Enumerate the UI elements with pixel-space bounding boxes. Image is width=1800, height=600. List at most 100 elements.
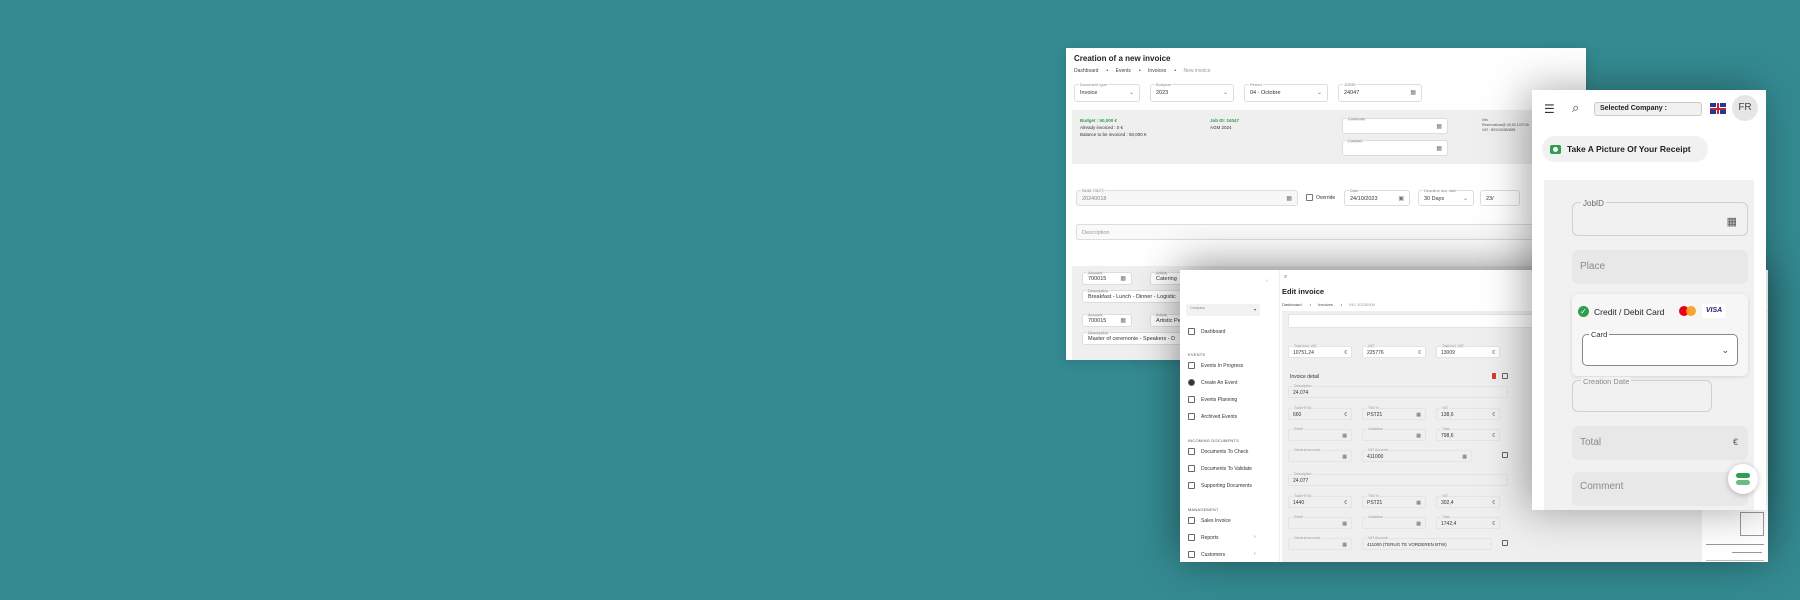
account-field[interactable]: Account 700015 ▦ xyxy=(1082,270,1132,285)
sidebar-item-reports[interactable]: Reports xyxy=(1188,534,1219,541)
tva-rate-field[interactable]: TVA % PST21 ▦ xyxy=(1362,406,1426,420)
calculator-icon[interactable]: ▦ xyxy=(1342,433,1347,439)
calculator-icon[interactable]: ▦ xyxy=(1727,215,1737,228)
field-value: Artistic Pe xyxy=(1156,318,1181,324)
field-value: Catering xyxy=(1156,276,1177,282)
calculator-icon[interactable]: ▦ xyxy=(1410,89,1416,96)
sidebar-item-dashboard[interactable]: Dashboard xyxy=(1188,328,1225,335)
line-total-field[interactable]: Total 798,6 € xyxy=(1436,427,1500,441)
place-field[interactable]: Place xyxy=(1572,250,1748,284)
collapse-icon[interactable]: ‹ xyxy=(1266,278,1268,284)
general-account-field[interactable]: General account ▦ xyxy=(1288,536,1352,550)
jobid-field[interactable]: JOBID 24047 ▦ xyxy=(1338,82,1422,102)
line-description-field[interactable]: Description 24.074 xyxy=(1288,384,1508,398)
line-vat-field[interactable]: VAT 138,6 € xyxy=(1436,406,1500,420)
event-field[interactable]: Event ▦ xyxy=(1288,427,1352,441)
calculator-icon[interactable]: ▦ xyxy=(1416,412,1421,418)
calculator-icon[interactable]: ▦ xyxy=(1342,454,1347,460)
field-label: Total xyxy=(1441,515,1451,519)
date-field[interactable]: Date 24/10/2023 ▣ xyxy=(1344,188,1410,206)
search-icon[interactable]: ⌕ xyxy=(1572,100,1579,116)
total-incl-vat-field[interactable]: Total incl. VAT 13009 € xyxy=(1436,344,1500,358)
calculator-icon[interactable]: ▦ xyxy=(1462,454,1467,460)
field-placeholder: Place xyxy=(1580,261,1606,272)
tva-rate-field[interactable]: TVA % PST21 ▦ xyxy=(1362,494,1426,508)
customer-field[interactable]: Customer ▦ xyxy=(1342,116,1448,134)
delete-icon[interactable] xyxy=(1492,373,1496,379)
select-checkbox[interactable] xyxy=(1502,452,1508,458)
take-picture-button[interactable]: Take A Picture Of Your Receipt xyxy=(1542,136,1708,162)
sidebar-item-label: Events Planning xyxy=(1201,396,1238,403)
document-type-select[interactable]: Document type Invoice ⌄ xyxy=(1074,82,1140,102)
calculator-icon[interactable]: ▦ xyxy=(1120,317,1126,324)
field-value: 24/10/2023 xyxy=(1350,196,1378,202)
budget-year-select[interactable]: Budyear 2023 ⌄ xyxy=(1150,82,1234,102)
calculator-icon[interactable]: ▦ xyxy=(1342,521,1347,527)
total-htva-field[interactable]: Total HTVA 1440 € xyxy=(1288,494,1352,508)
toggle-fab[interactable] xyxy=(1728,464,1758,494)
company-select[interactable]: Company ▾ xyxy=(1186,304,1260,316)
sidebar-item-documents-to-validate[interactable]: Documents To Validate xyxy=(1188,465,1252,472)
total-htva-field[interactable]: Total HTVA 660 € xyxy=(1288,406,1352,420)
sidebar-item-archived-events[interactable]: Archived Events xyxy=(1188,413,1237,420)
line-description-field[interactable]: Description 24.077 xyxy=(1288,472,1508,486)
sidebar-item-customers[interactable]: Customers xyxy=(1188,551,1225,558)
checkbox-box[interactable] xyxy=(1306,194,1313,201)
invoice-number-field[interactable]: NUM. FACT. 20240018 ▦ xyxy=(1076,188,1298,206)
breadcrumb-item[interactable]: Invoices xyxy=(1148,68,1166,74)
vat-field[interactable]: VAT 225776 € xyxy=(1362,344,1426,358)
total-field[interactable]: Total € xyxy=(1572,426,1748,460)
creation-date-field[interactable]: Creation Date xyxy=(1572,377,1712,412)
company-select[interactable]: Selected Company : xyxy=(1594,102,1702,116)
field-label: Description xyxy=(1082,230,1110,236)
calculator-icon[interactable]: ▦ xyxy=(1416,521,1421,527)
period-select[interactable]: Period 04 - Octobre ⌄ xyxy=(1244,82,1328,102)
calculator-icon[interactable]: ▦ xyxy=(1436,145,1442,152)
select-checkbox[interactable] xyxy=(1502,373,1508,379)
jobid-field[interactable]: JobID ▦ xyxy=(1572,199,1748,236)
check-circle-icon[interactable]: ✓ xyxy=(1578,306,1589,317)
line-total-field[interactable]: Total 1742,4 € xyxy=(1436,515,1500,529)
sidebar-item-sales-invoice[interactable]: Sales Invoice xyxy=(1188,517,1231,524)
calculator-icon[interactable]: ▦ xyxy=(1416,500,1421,506)
card-select[interactable]: Card ⌄ xyxy=(1582,330,1738,366)
event-field[interactable]: Event ▦ xyxy=(1288,515,1352,529)
override-checkbox[interactable]: Override xyxy=(1306,194,1335,201)
line-vat-field[interactable]: VAT 302,4 € xyxy=(1436,494,1500,508)
sidebar-item-events-planning[interactable]: Events Planning xyxy=(1188,396,1237,403)
field-value: 24.077 xyxy=(1293,478,1309,484)
breadcrumb-item[interactable]: Dashboard xyxy=(1074,68,1098,74)
description-field[interactable]: Description xyxy=(1076,224,1576,240)
breadcrumb-item[interactable]: Invoices xyxy=(1318,302,1333,307)
calculator-icon[interactable]: ▦ xyxy=(1120,275,1126,282)
comment-field[interactable]: Comment xyxy=(1572,472,1748,506)
sidebar-item-supporting-documents[interactable]: Supporting Documents xyxy=(1188,482,1252,489)
breadcrumb-item[interactable]: Dashboard xyxy=(1282,302,1302,307)
sidebar-item-documents-to-check[interactable]: Documents To Check xyxy=(1188,448,1248,455)
validation-field[interactable]: Validation ▦ xyxy=(1362,427,1426,441)
general-account-field[interactable]: General account ▦ xyxy=(1288,448,1352,462)
account-field[interactable]: Account 700015 ▦ xyxy=(1082,312,1132,327)
sidebar-item-events-in-progress[interactable]: Events In Progress xyxy=(1188,362,1243,369)
page-title: Edit invoice xyxy=(1282,287,1325,296)
menu-icon[interactable]: ☰ xyxy=(1544,102,1555,116)
uk-flag-icon[interactable] xyxy=(1710,103,1726,114)
calendar-icon[interactable]: ▣ xyxy=(1398,195,1404,202)
calculator-icon[interactable]: ▦ xyxy=(1342,542,1347,548)
search-icon[interactable]: ⌕ xyxy=(1284,274,1287,281)
total-excl-vat-field[interactable]: Total excl. VAT 10751,24 € xyxy=(1288,344,1352,358)
deadline-select[interactable]: Deadline due date 30 Days ⌄ xyxy=(1418,188,1474,206)
sidebar-item-create-event[interactable]: Create An Event xyxy=(1188,379,1237,386)
contact-field[interactable]: Contact ▦ xyxy=(1342,138,1448,156)
select-checkbox[interactable] xyxy=(1502,540,1508,546)
calculator-icon[interactable]: ▦ xyxy=(1286,195,1292,202)
calculator-icon[interactable]: ▦ xyxy=(1416,433,1421,439)
breadcrumb-item[interactable]: Events xyxy=(1116,68,1131,74)
due-date-field[interactable]: 23/ xyxy=(1480,190,1520,206)
chevron-right-icon: › xyxy=(1254,551,1256,557)
vat-account-field[interactable]: VAT Account 411000 (TERUG TE VORDEREN BT… xyxy=(1362,536,1492,550)
avatar[interactable]: FR xyxy=(1732,95,1758,121)
calculator-icon[interactable]: ▦ xyxy=(1436,123,1442,130)
vat-account-field[interactable]: VAT Account 411000 ▦ xyxy=(1362,448,1472,462)
validation-field[interactable]: Validation ▦ xyxy=(1362,515,1426,529)
